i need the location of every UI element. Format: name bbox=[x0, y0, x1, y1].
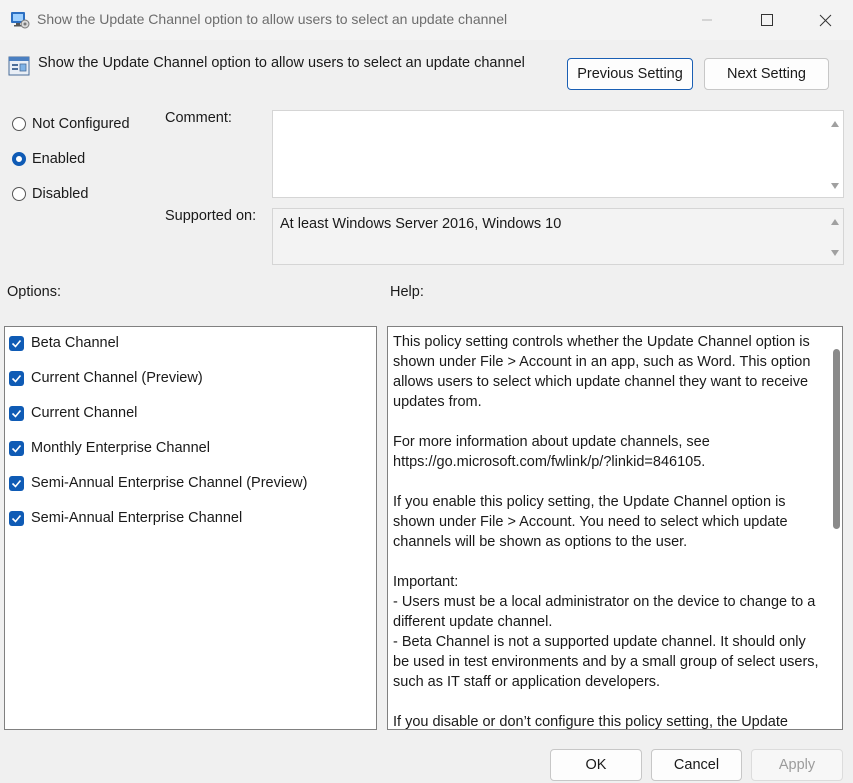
maximize-icon bbox=[761, 14, 773, 26]
close-button[interactable] bbox=[796, 0, 853, 40]
help-paragraph: If you enable this policy setting, the U… bbox=[393, 494, 788, 550]
radio-circle bbox=[12, 187, 26, 201]
next-setting-button[interactable]: Next Setting bbox=[704, 58, 829, 90]
scroll-down-arrow-icon[interactable] bbox=[831, 250, 839, 256]
checkmark-icon bbox=[11, 409, 22, 418]
checkmark-icon bbox=[11, 444, 22, 453]
help-panel[interactable]: This policy setting controls whether the… bbox=[387, 326, 843, 730]
option-label: Current Channel bbox=[31, 405, 138, 421]
checkmark-icon bbox=[11, 479, 22, 488]
radio-label: Not Configured bbox=[32, 116, 130, 132]
maximize-button[interactable] bbox=[738, 0, 796, 40]
close-icon bbox=[819, 14, 831, 26]
option-label: Semi-Annual Enterprise Channel bbox=[31, 510, 243, 526]
window-title: Show the Update Channel option to allow … bbox=[37, 11, 508, 27]
option-beta-channel[interactable]: Beta Channel bbox=[9, 335, 119, 351]
policy-title: Show the Update Channel option to allow … bbox=[38, 55, 525, 71]
checkbox-checked[interactable] bbox=[9, 335, 24, 351]
help-label: Help: bbox=[390, 284, 424, 300]
help-scrollbar-thumb[interactable] bbox=[833, 349, 840, 529]
option-current-channel-preview[interactable]: Current Channel (Preview) bbox=[9, 370, 203, 386]
policy-setting-icon bbox=[8, 55, 30, 77]
option-label: Beta Channel bbox=[31, 335, 119, 351]
help-paragraph: Important: - Users must be a local admin… bbox=[393, 574, 819, 690]
checkbox-checked[interactable] bbox=[9, 405, 24, 421]
cancel-button[interactable]: Cancel bbox=[651, 749, 742, 781]
radio-not-configured[interactable]: Not Configured bbox=[12, 116, 130, 132]
previous-setting-button[interactable]: Previous Setting bbox=[567, 58, 693, 90]
help-paragraph: For more information about update channe… bbox=[393, 434, 710, 470]
minimize-button[interactable] bbox=[678, 0, 736, 40]
minimize-icon bbox=[702, 19, 712, 21]
help-paragraph: This policy setting controls whether the… bbox=[393, 334, 811, 410]
radio-circle-selected bbox=[12, 152, 26, 166]
apply-button[interactable]: Apply bbox=[751, 749, 843, 781]
scroll-up-arrow-icon[interactable] bbox=[831, 121, 839, 127]
checkbox-checked[interactable] bbox=[9, 510, 24, 526]
scroll-down-arrow-icon[interactable] bbox=[831, 183, 839, 189]
option-label: Monthly Enterprise Channel bbox=[31, 440, 210, 456]
options-label: Options: bbox=[7, 284, 61, 300]
ok-button[interactable]: OK bbox=[550, 749, 642, 781]
supported-on-value: At least Windows Server 2016, Windows 10 bbox=[280, 216, 562, 232]
radio-circle bbox=[12, 117, 26, 131]
help-text: This policy setting controls whether the… bbox=[393, 332, 823, 730]
checkmark-icon bbox=[11, 374, 22, 383]
comment-label: Comment: bbox=[165, 110, 232, 126]
checkbox-checked[interactable] bbox=[9, 370, 24, 386]
checkmark-icon bbox=[11, 514, 22, 523]
option-current-channel[interactable]: Current Channel bbox=[9, 405, 137, 421]
radio-label: Enabled bbox=[32, 151, 86, 167]
supported-on-label: Supported on: bbox=[165, 208, 257, 224]
options-panel: Beta Channel Current Channel (Preview) C… bbox=[4, 326, 377, 730]
option-semi-annual-preview[interactable]: Semi-Annual Enterprise Channel (Preview) bbox=[9, 475, 307, 491]
title-bar: Show the Update Channel option to allow … bbox=[0, 0, 853, 40]
radio-label: Disabled bbox=[32, 186, 89, 202]
option-monthly-enterprise-channel[interactable]: Monthly Enterprise Channel bbox=[9, 440, 210, 456]
radio-disabled[interactable]: Disabled bbox=[12, 186, 88, 202]
option-semi-annual[interactable]: Semi-Annual Enterprise Channel bbox=[9, 510, 242, 526]
checkbox-checked[interactable] bbox=[9, 475, 24, 491]
policy-app-icon bbox=[10, 10, 30, 30]
radio-enabled[interactable]: Enabled bbox=[12, 151, 85, 167]
supported-on-field: At least Windows Server 2016, Windows 10 bbox=[272, 208, 844, 265]
help-paragraph: If you disable or don’t configure this p… bbox=[393, 714, 788, 730]
checkbox-checked[interactable] bbox=[9, 440, 24, 456]
checkmark-icon bbox=[11, 339, 22, 348]
scroll-up-arrow-icon[interactable] bbox=[831, 219, 839, 225]
comment-textarea[interactable] bbox=[272, 110, 844, 198]
option-label: Current Channel (Preview) bbox=[31, 370, 203, 386]
option-label: Semi-Annual Enterprise Channel (Preview) bbox=[31, 475, 308, 491]
